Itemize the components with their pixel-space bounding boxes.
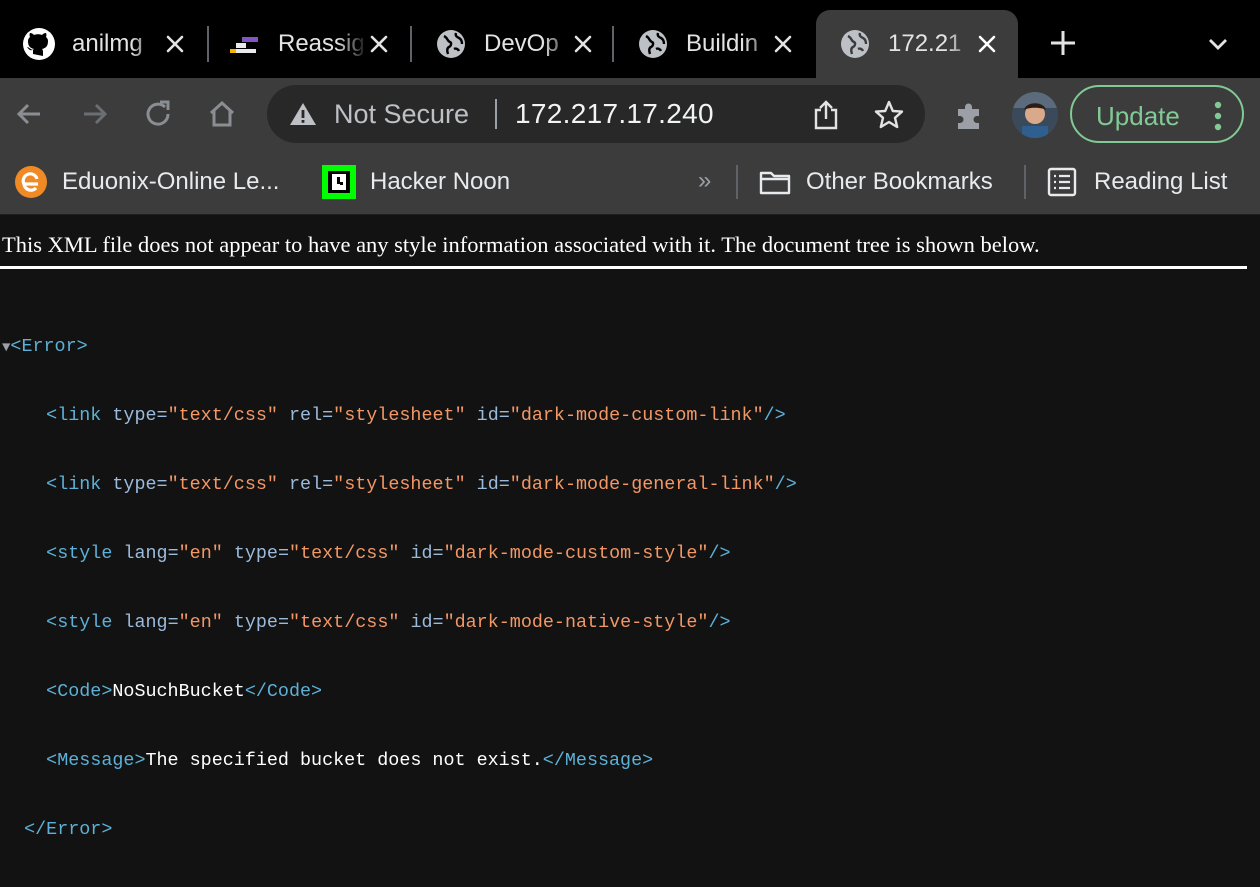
home-icon[interactable] [204, 96, 240, 132]
xml-open-root[interactable]: ▼<Error> [2, 335, 797, 358]
tab-title: DevOp [484, 30, 559, 57]
other-bookmarks[interactable]: Other Bookmarks [758, 150, 993, 214]
bookmark-eduonix[interactable]: Eduonix-Online Le... [14, 150, 279, 214]
bars-icon [228, 27, 262, 61]
bookmarks-bar: Eduonix-Online Le... Hacker Noon » Other… [0, 150, 1260, 215]
xml-link-node: <link type="text/css" rel="stylesheet" i… [46, 474, 797, 495]
xml-info-message: This XML file does not appear to have an… [2, 232, 1040, 257]
security-status[interactable]: Not Secure [334, 99, 469, 130]
xml-style-node: <style lang="en" type="text/css" id="dar… [46, 543, 731, 564]
tab-title: Buildin [686, 30, 759, 57]
url-text[interactable]: 172.217.17.240 [515, 98, 714, 130]
xml-info-divider [0, 266, 1247, 269]
xml-link-node: <link type="text/css" rel="stylesheet" i… [46, 405, 786, 426]
new-tab-icon[interactable] [1046, 26, 1080, 60]
forward-icon[interactable] [76, 96, 112, 132]
bookmarks-separator [736, 165, 738, 199]
address-bar[interactable]: Not Secure 172.217.17.240 [267, 85, 925, 143]
tab-active[interactable]: 172.21 [816, 10, 1018, 78]
bookmark-hacker-noon[interactable]: Hacker Noon [322, 150, 510, 214]
xml-tree: ▼<Error> <link type="text/css" rel="styl… [2, 289, 797, 887]
xml-code-node: <Code>NoSuchBucket</Code> [46, 681, 323, 702]
bookmark-star-icon[interactable] [873, 99, 905, 131]
error-message: The specified bucket does not exist. [145, 750, 543, 771]
close-tab-icon[interactable] [570, 31, 596, 57]
close-tab-icon[interactable] [974, 31, 1000, 57]
update-button[interactable]: Update [1070, 85, 1244, 143]
tab-reassig[interactable]: Reassig [206, 10, 410, 78]
folder-icon [758, 165, 792, 199]
other-bookmarks-label: Other Bookmarks [806, 168, 993, 195]
tab-strip: anilmg Reassig DevOp Buildin 172.21 [0, 0, 1260, 78]
bookmarks-separator [1024, 165, 1026, 199]
tab-anilmg[interactable]: anilmg [0, 10, 206, 78]
share-icon[interactable] [811, 99, 841, 131]
omnibox-divider [495, 99, 497, 129]
update-label: Update [1096, 101, 1180, 131]
reading-list-icon [1046, 165, 1078, 199]
tab-buildin[interactable]: Buildin [614, 10, 814, 78]
reload-icon[interactable] [140, 96, 176, 132]
chevron-down-icon[interactable] [1204, 30, 1232, 58]
xml-style-node: <style lang="en" type="text/css" id="dar… [46, 612, 731, 633]
kebab-menu-icon[interactable] [1214, 99, 1222, 133]
globe-icon [838, 27, 872, 61]
bookmark-label: Hacker Noon [370, 168, 511, 195]
xml-message-node: <Message>The specified bucket does not e… [46, 750, 654, 771]
tab-title: anilmg [72, 30, 143, 57]
close-tab-icon[interactable] [770, 31, 796, 57]
bookmark-label: Eduonix-Online Le... [62, 168, 280, 195]
tab-devop[interactable]: DevOp [412, 10, 614, 78]
globe-icon [636, 27, 670, 61]
page-content: This XML file does not appear to have an… [0, 215, 1260, 840]
github-icon [22, 27, 56, 61]
error-code: NoSuchBucket [112, 681, 245, 702]
globe-icon [434, 27, 468, 61]
profile-avatar[interactable] [1012, 92, 1058, 138]
eduonix-icon [14, 165, 48, 199]
warning-icon[interactable] [289, 101, 317, 127]
extensions-puzzle-icon[interactable] [952, 99, 986, 133]
hackernoon-icon [322, 165, 356, 199]
tab-title: 172.21 [888, 30, 962, 57]
reading-list[interactable]: Reading List [1046, 150, 1227, 214]
tab-title: Reassig [278, 30, 365, 57]
reading-list-label: Reading List [1094, 168, 1228, 195]
xml-close-root: </Error> [24, 819, 113, 840]
close-tab-icon[interactable] [366, 31, 392, 57]
root-tag-name: Error [21, 336, 77, 357]
back-icon[interactable] [12, 96, 48, 132]
bookmarks-overflow-icon[interactable]: » [698, 167, 711, 195]
close-tab-icon[interactable] [162, 31, 188, 57]
toolbar: Not Secure 172.217.17.240 Update [0, 78, 1260, 150]
